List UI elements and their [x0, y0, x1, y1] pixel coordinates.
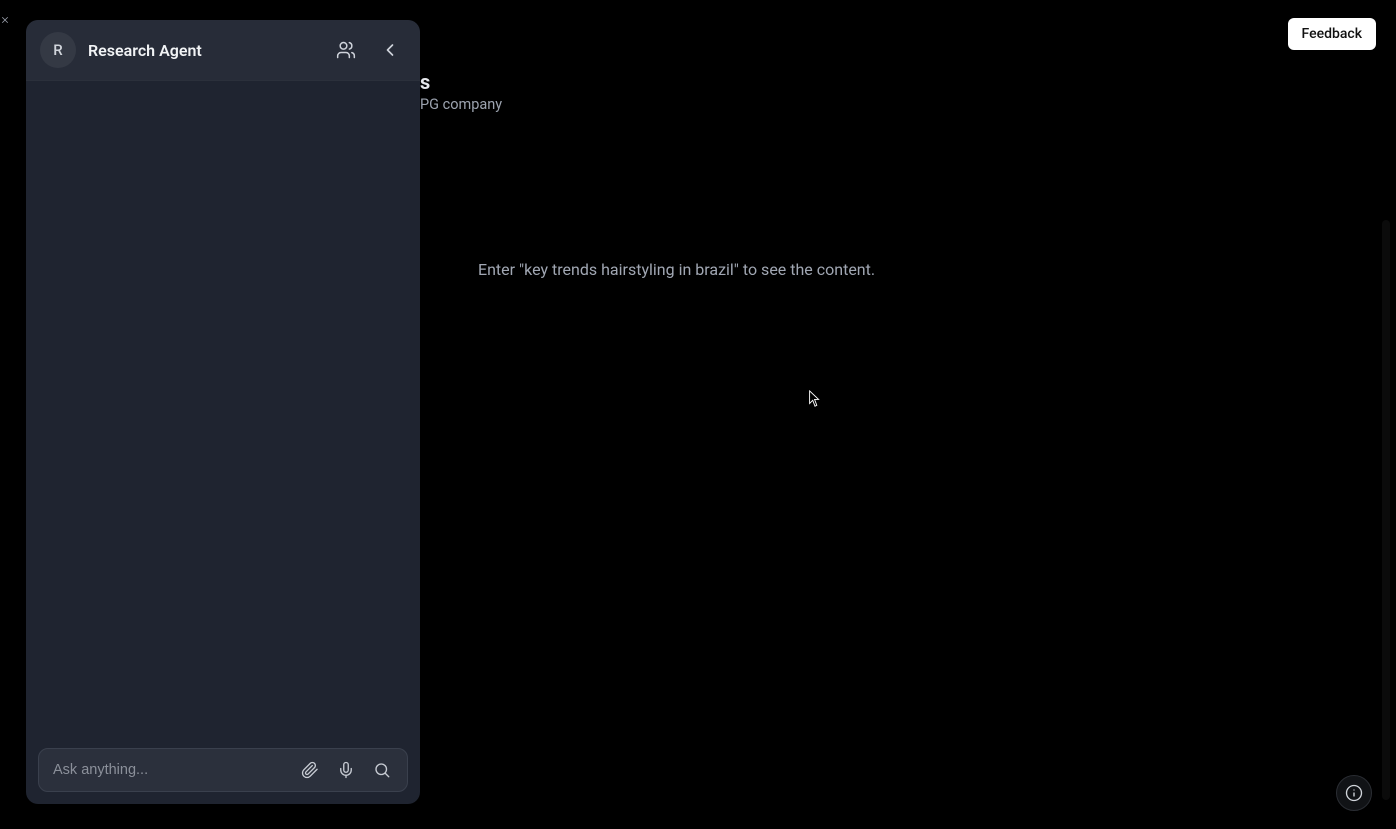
sidebar-header: R Research Agent — [26, 20, 420, 81]
chat-input-bar — [38, 748, 408, 792]
info-icon — [1345, 784, 1363, 802]
members-button[interactable] — [330, 34, 362, 66]
agent-avatar-initial: R — [53, 41, 62, 59]
agent-avatar: R — [40, 32, 76, 68]
search-button[interactable] — [367, 755, 397, 785]
members-icon — [336, 40, 356, 60]
feedback-label: Feedback — [1302, 26, 1362, 42]
input-wrap — [26, 736, 420, 804]
close-icon — [0, 13, 10, 27]
background-title-fragment: s — [420, 70, 430, 94]
background-subtitle-fragment: PG company — [420, 96, 502, 113]
sidebar-title: Research Agent — [88, 41, 318, 60]
info-button[interactable] — [1336, 775, 1372, 811]
scrollbar-track[interactable] — [1382, 220, 1390, 800]
main-placeholder-text: Enter "key trends hairstyling in brazil"… — [478, 260, 875, 279]
collapse-sidebar-button[interactable] — [374, 34, 406, 66]
chat-input[interactable] — [53, 762, 289, 778]
mouse-cursor-icon — [808, 390, 822, 408]
mic-icon — [337, 761, 355, 779]
sidebar-body — [26, 81, 420, 736]
voice-button[interactable] — [331, 755, 361, 785]
feedback-button[interactable]: Feedback — [1288, 18, 1376, 50]
paperclip-icon — [301, 761, 319, 779]
agent-sidebar: R Research Agent — [26, 20, 420, 804]
chevron-left-icon — [380, 40, 400, 60]
attach-button[interactable] — [295, 755, 325, 785]
search-icon — [373, 761, 391, 779]
partial-close-button[interactable] — [0, 12, 10, 28]
